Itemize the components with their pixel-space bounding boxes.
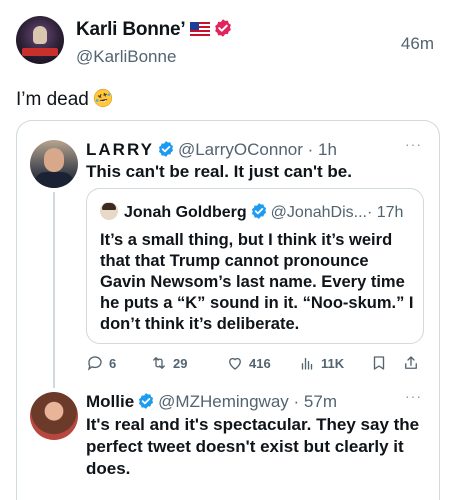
reply-author-handle[interactable]: @MZHemingway <box>158 392 289 411</box>
bookmark-button[interactable] <box>370 352 393 374</box>
quoted-author-avatar[interactable] <box>30 140 78 188</box>
author-name[interactable]: Karli Bonne’ <box>76 19 186 40</box>
views-button[interactable]: 11K <box>298 352 344 374</box>
nested-author-avatar[interactable] <box>100 202 118 220</box>
reply-text: It's real and it's spectacular. They say… <box>86 415 420 478</box>
reply-count: 6 <box>109 355 117 371</box>
post-text: I’m dead <box>16 89 89 110</box>
views-icon <box>301 357 313 370</box>
verified-badge-icon <box>214 19 231 37</box>
nested-author-handle[interactable]: @JonahDis... <box>271 204 367 221</box>
avatar-suit <box>34 172 74 188</box>
reply-header: Mollie @MZHemingway · 57m <box>86 392 337 412</box>
like-button[interactable]: 416 <box>226 352 271 374</box>
nested-header: Jonah Goldberg @JonahDis...· 17h <box>124 202 403 222</box>
verified-badge-icon <box>139 393 154 409</box>
rolling-on-floor-laughing-emoji <box>93 88 112 108</box>
repost-icon <box>153 357 165 369</box>
thread-line <box>53 192 55 388</box>
post-text-row: I’m dead <box>16 88 113 111</box>
reply-button[interactable]: 6 <box>86 352 116 374</box>
reply-author-avatar[interactable] <box>30 392 78 440</box>
share-button[interactable] <box>402 352 425 374</box>
more-options-icon[interactable]: ··· <box>405 136 422 152</box>
nested-author-name[interactable]: Jonah Goldberg <box>124 204 247 221</box>
avatar-figure <box>33 26 47 44</box>
quoted-time[interactable]: · 1h <box>308 140 337 159</box>
quoted-text: This can't be real. It just can't be. <box>86 162 352 181</box>
verified-badge-icon <box>251 203 266 219</box>
reply-icon <box>87 356 102 371</box>
share-icon <box>405 356 417 369</box>
avatar-face <box>44 148 64 172</box>
quoted-author-handle[interactable]: @LarryOConnor <box>178 140 303 159</box>
quoted-author-name[interactable]: LARRY <box>86 140 154 159</box>
nested-time[interactable]: · 17h <box>367 204 403 221</box>
nested-text: It’s a small thing, but I think it’s wei… <box>100 231 414 333</box>
avatar-logo-strip <box>22 48 58 56</box>
reply-time[interactable]: · 57m <box>294 392 337 411</box>
author-name-row[interactable]: Karli Bonne’ <box>76 18 233 41</box>
repost-count: 29 <box>173 355 188 371</box>
author-avatar[interactable] <box>16 16 64 64</box>
more-options-icon[interactable]: ··· <box>405 388 422 404</box>
bookmark-icon <box>373 356 385 370</box>
repost-button[interactable]: 29 <box>150 352 187 374</box>
quoted-header: LARRY @LarryOConnor · 1h <box>86 140 337 160</box>
action-bar: 6 29 416 11K <box>86 352 424 374</box>
avatar-hair <box>102 203 116 210</box>
verified-badge-icon <box>158 141 173 157</box>
views-count: 11K <box>321 355 345 371</box>
like-count: 416 <box>249 355 271 371</box>
heart-icon <box>229 357 241 370</box>
us-flag-icon <box>189 22 210 36</box>
post-time[interactable]: 46m <box>401 34 434 54</box>
author-handle[interactable]: @KarliBonne <box>76 47 176 67</box>
reply-author-name[interactable]: Mollie <box>86 392 134 411</box>
